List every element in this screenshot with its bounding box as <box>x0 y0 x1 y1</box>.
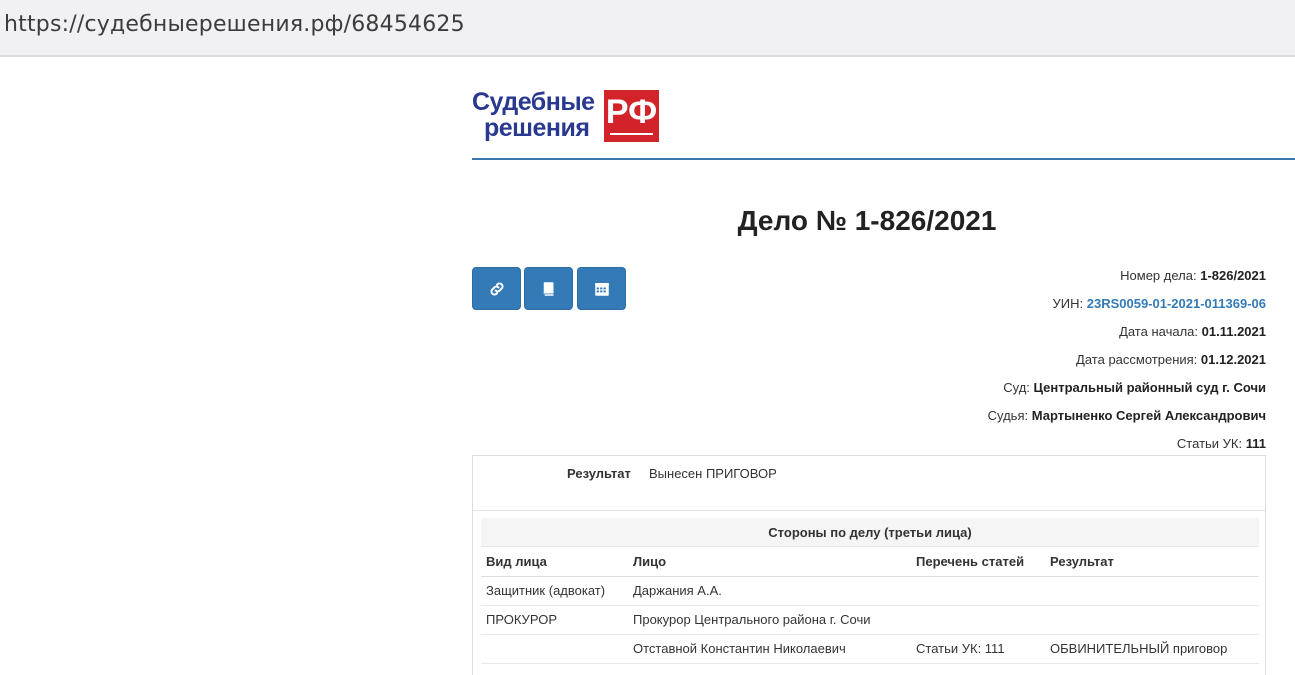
parties-table: Стороны по делу (третьи лица) Вид лица Л… <box>481 518 1259 664</box>
case-details-panel: Результат Вынесен ПРИГОВОР Стороны по де… <box>472 455 1266 675</box>
articles-value: 111 <box>1245 436 1266 451</box>
browser-address-bar[interactable]: https://судебныерешения.рф/68454625 <box>0 0 1295 57</box>
party-result <box>1045 576 1259 606</box>
party-type: Защитник (адвокат) <box>481 576 628 606</box>
party-result: ОБВИНИТЕЛЬНЫЙ приговор <box>1045 634 1259 664</box>
logo-underline <box>610 133 653 135</box>
party-type: ПРОКУРОР <box>481 605 628 635</box>
party-result <box>1045 605 1259 635</box>
party-person: Даржания А.А. <box>628 576 911 606</box>
header-divider <box>472 158 1295 160</box>
court-row: Суд: Центральный районный суд г. Сочи <box>1003 380 1266 395</box>
header-articles: Перечень статей <box>911 547 1045 577</box>
table-header-row: Вид лица Лицо Перечень статей Результат <box>481 547 1259 577</box>
case-number-row: Номер дела: 1-826/2021 <box>1120 268 1266 283</box>
link-icon <box>490 282 503 295</box>
book-icon <box>543 281 553 296</box>
page-title: Дело № 1-826/2021 <box>737 205 997 236</box>
logo-rf-mark: РФ <box>604 90 659 142</box>
link-button[interactable] <box>472 267 521 310</box>
site-logo[interactable]: Судебные решения РФ <box>472 88 662 144</box>
party-person: Отставной Константин Николаевич <box>628 634 911 664</box>
book-button[interactable] <box>524 267 573 310</box>
judge-row: Судья: Мартыненко Сергей Александрович <box>987 408 1266 423</box>
parties-caption: Стороны по делу (третьи лица) <box>481 518 1259 547</box>
uin-link[interactable]: 23RS0059-01-2021-011369-06 <box>1087 296 1266 311</box>
uin-row: УИН: 23RS0059-01-2021-011369-06 <box>1052 296 1267 311</box>
calendar-icon <box>594 282 609 296</box>
party-person: Прокурор Центрального района г. Сочи <box>628 605 911 635</box>
party-type <box>481 634 628 664</box>
party-articles: Статьи УК: 111 <box>911 634 1045 664</box>
url-text[interactable]: https://судебныерешения.рф/68454625 <box>4 12 465 37</box>
logo-word-2: решения <box>484 114 590 142</box>
articles-row: Статьи УК: 111 <box>1176 436 1266 451</box>
judge-name: Мартыненко Сергей Александрович <box>1031 408 1266 423</box>
panel-separator <box>473 510 1265 511</box>
review-date: 01.12.2021 <box>1200 352 1266 367</box>
logo-word-1: Судебные <box>472 88 595 116</box>
result-value: Вынесен ПРИГОВОР <box>649 466 777 481</box>
review-date-row: Дата рассмотрения: 01.12.2021 <box>1076 352 1266 367</box>
court-name: Центральный районный суд г. Сочи <box>1033 380 1266 395</box>
header-person: Лицо <box>628 547 911 577</box>
party-articles <box>911 576 1045 606</box>
table-row: Отставной Константин Николаевич Статьи У… <box>481 634 1259 664</box>
calendar-button[interactable] <box>577 267 626 310</box>
header-party-type: Вид лица <box>481 547 628 577</box>
result-label: Результат <box>567 466 631 481</box>
start-date-row: Дата начала: 01.11.2021 <box>1119 324 1266 339</box>
start-date: 01.11.2021 <box>1201 324 1266 339</box>
table-row: ПРОКУРОР Прокурор Центрального района г.… <box>481 605 1259 635</box>
case-number: 1-826/2021 <box>1200 268 1266 283</box>
party-articles <box>911 605 1045 635</box>
header-result: Результат <box>1045 547 1259 577</box>
table-row: Защитник (адвокат) Даржания А.А. <box>481 576 1259 606</box>
